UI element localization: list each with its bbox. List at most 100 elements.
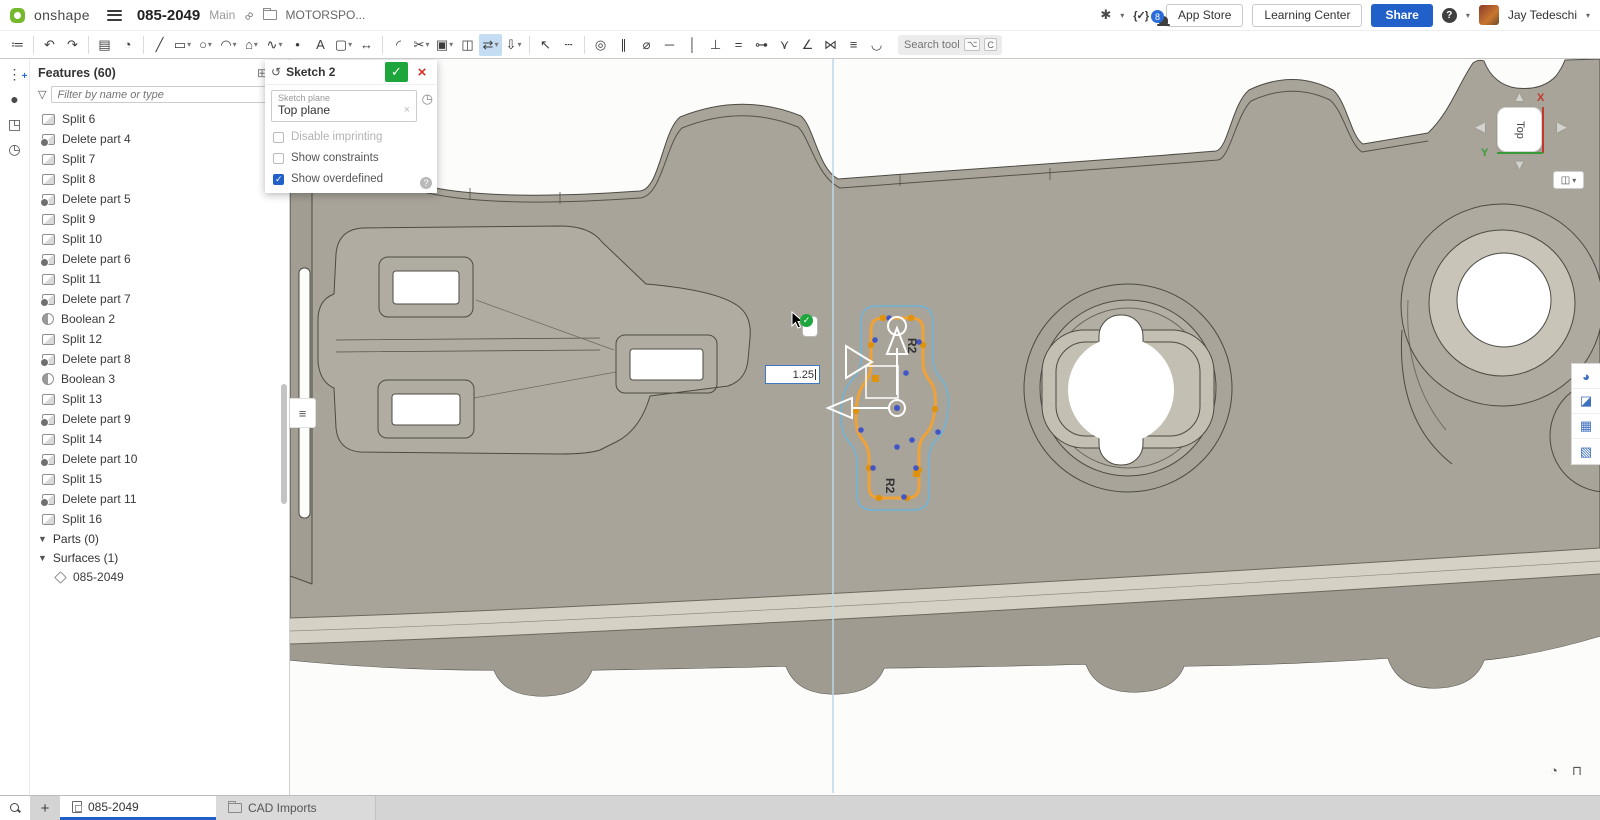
feature-list-toggle-icon[interactable]: ≔ xyxy=(6,34,29,56)
slot-tool[interactable]: ▢▾ xyxy=(332,34,355,56)
feature-item-boolean-3[interactable]: Boolean 3 xyxy=(30,369,289,389)
option-show-constraints[interactable]: Show constraints xyxy=(271,152,431,164)
feature-item-delete-part-11[interactable]: Delete part 11 xyxy=(30,489,289,509)
main-menu-icon[interactable] xyxy=(107,10,122,21)
user-avatar[interactable] xyxy=(1479,5,1499,25)
feature-list-scrollbar[interactable] xyxy=(281,384,287,504)
isolate-sketch-icon[interactable]: ▧ xyxy=(1572,439,1600,464)
group-header-parts[interactable]: ▼Parts (0) xyxy=(30,529,289,548)
filter-funnel-icon[interactable]: ▽ xyxy=(38,88,46,101)
line-tool[interactable]: ╱ xyxy=(148,34,171,56)
chevron-down-icon[interactable]: ▼ xyxy=(38,534,47,544)
constraint-fix[interactable]: ≡ xyxy=(842,34,865,56)
user-name[interactable]: Jay Tedeschi xyxy=(1508,8,1577,22)
sketch-origin-point[interactable] xyxy=(894,405,900,411)
constraint-equal[interactable]: = xyxy=(727,34,750,56)
constraint-curvature[interactable]: ◡ xyxy=(865,34,888,56)
feature-item-delete-part-10[interactable]: Delete part 10 xyxy=(30,449,289,469)
constraint-parallel[interactable]: ∥ xyxy=(612,34,635,56)
chevron-down-icon[interactable]: ▼ xyxy=(38,553,47,563)
view-options-button[interactable]: ◫▾ xyxy=(1553,171,1584,189)
radius-dimension-label-bottom[interactable]: R2 xyxy=(883,478,897,494)
learning-center-button[interactable]: Learning Center xyxy=(1252,4,1362,27)
measure-icon[interactable]: ◔ xyxy=(1550,763,1558,779)
search-tools-box[interactable]: ⌥ C xyxy=(898,35,1002,55)
cancel-sketch-button[interactable]: × xyxy=(413,62,431,82)
constraint-symmetric[interactable]: ⋈ xyxy=(819,34,842,56)
model-round-hole[interactable] xyxy=(1457,253,1551,347)
surface-model-icon[interactable]: ◔ xyxy=(116,34,139,56)
undo-button[interactable]: ↶ xyxy=(38,34,61,56)
surface-item[interactable]: 085-2049 xyxy=(30,567,289,587)
mirror-tool[interactable]: ◫ xyxy=(456,34,479,56)
constraint-pierce[interactable]: ⋎ xyxy=(773,34,796,56)
view-cube-face[interactable]: Top xyxy=(1497,107,1542,152)
tab-cad-imports[interactable]: CAD Imports xyxy=(216,796,376,820)
diagnostics-caret-icon[interactable]: ▾ xyxy=(1120,11,1124,20)
dropdown-caret-icon[interactable]: ▾ xyxy=(425,40,429,49)
transform-tool[interactable]: ⇄▾ xyxy=(479,34,502,56)
rollback-history-icon[interactable]: ◷ xyxy=(422,91,433,107)
dropdown-caret-icon[interactable]: ▾ xyxy=(187,40,191,49)
dropdown-caret-icon[interactable]: ▾ xyxy=(494,40,498,49)
search-tabs-icon[interactable] xyxy=(9,802,21,814)
rotate-right-icon[interactable]: ▶ xyxy=(1557,119,1567,135)
tab-part-studio[interactable]: 085-2049 xyxy=(60,796,216,820)
dialog-flyout-toggle[interactable]: ≡ xyxy=(290,398,316,428)
polygon-tool[interactable]: ⌂▾ xyxy=(240,34,263,56)
search-tools-input[interactable] xyxy=(904,39,960,51)
feature-item-split-12[interactable]: Split 12 xyxy=(30,329,289,349)
workspace-name[interactable]: Main xyxy=(209,8,235,22)
constraint-concentric[interactable]: ◎ xyxy=(589,34,612,56)
sketch-plane-field[interactable]: Sketch plane Top plane × xyxy=(271,90,417,122)
dimension-input[interactable]: 1.25 xyxy=(765,365,820,384)
feature-item-split-7[interactable]: Split 7 xyxy=(30,149,289,169)
feature-item-split-10[interactable]: Split 10 xyxy=(30,229,289,249)
mass-properties-icon[interactable]: ⊓ xyxy=(1572,763,1582,779)
dropdown-caret-icon[interactable]: ▾ xyxy=(278,40,282,49)
redo-button[interactable]: ↷ xyxy=(61,34,84,56)
feature-item-split-6[interactable]: Split 6 xyxy=(30,109,289,129)
onshape-logo-icon[interactable] xyxy=(10,8,25,23)
feature-item-delete-part-4[interactable]: Delete part 4 xyxy=(30,129,289,149)
folder-name[interactable]: MOTORSPO... xyxy=(286,8,366,22)
group-header-surfaces[interactable]: ▼Surfaces (1) xyxy=(30,548,289,567)
solid-model-icon[interactable]: ▤ xyxy=(93,34,116,56)
section-view-icon[interactable]: ▦ xyxy=(1572,414,1600,439)
constraint-perpendicular[interactable]: ⊥ xyxy=(704,34,727,56)
document-title[interactable]: 085-2049 xyxy=(137,7,200,24)
cad-canvas[interactable]: R2 R2 xyxy=(290,59,1600,795)
trim-tool[interactable]: ✂▾ xyxy=(410,34,433,56)
option-disable-imprinting[interactable]: Disable imprinting xyxy=(271,131,431,143)
arc-tool[interactable]: ◠▾ xyxy=(217,34,240,56)
feature-item-delete-part-8[interactable]: Delete part 8 xyxy=(30,349,289,369)
feature-item-delete-part-5[interactable]: Delete part 5 xyxy=(30,189,289,209)
dropdown-caret-icon[interactable]: ▾ xyxy=(517,40,521,49)
constraint-tangent[interactable]: ⌀ xyxy=(635,34,658,56)
dropdown-caret-icon[interactable]: ▾ xyxy=(449,40,453,49)
insert-dxf-tool[interactable]: ⇩▾ xyxy=(502,34,525,56)
checkbox-icon[interactable] xyxy=(273,132,284,143)
feature-item-boolean-2[interactable]: Boolean 2 xyxy=(30,309,289,329)
constraint-normal[interactable]: ∠ xyxy=(796,34,819,56)
spline-tool[interactable]: ∿▾ xyxy=(263,34,286,56)
constraint-vertical[interactable]: │ xyxy=(681,34,704,56)
dropdown-caret-icon[interactable]: ▾ xyxy=(233,40,237,49)
rectangle-tool[interactable]: ▭▾ xyxy=(171,34,194,56)
history-icon[interactable]: ◷ xyxy=(8,142,20,156)
fillet-tool[interactable]: ◜ xyxy=(387,34,410,56)
constraint-horizontal[interactable]: ─ xyxy=(658,34,681,56)
filter-input[interactable] xyxy=(51,86,283,103)
comment-icon[interactable]: ● xyxy=(10,92,18,106)
dialog-help-icon[interactable]: ? xyxy=(420,177,432,189)
help-icon[interactable]: ? xyxy=(1442,8,1457,23)
clear-plane-icon[interactable]: × xyxy=(404,104,410,116)
dimension-tool[interactable]: ↔ xyxy=(355,34,378,56)
dropdown-caret-icon[interactable]: ▾ xyxy=(208,40,212,49)
checkbox-icon[interactable] xyxy=(273,153,284,164)
share-link-icon[interactable]: ∞ xyxy=(240,6,257,23)
app-store-button[interactable]: App Store xyxy=(1166,4,1243,27)
circle-tool[interactable]: ○▾ xyxy=(194,34,217,56)
sketch-dialog-header[interactable]: ↺ Sketch 2 ✓ × xyxy=(265,60,437,85)
feature-item-delete-part-9[interactable]: Delete part 9 xyxy=(30,409,289,429)
